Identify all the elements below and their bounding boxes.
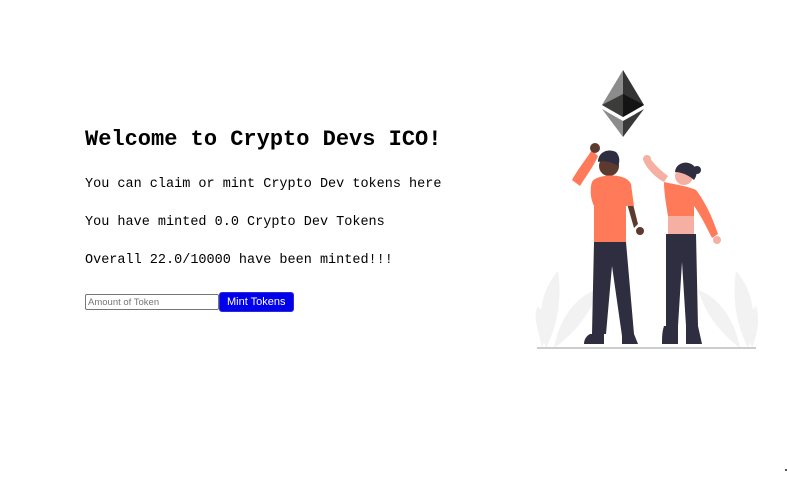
ethereum-icon [602, 70, 644, 137]
page-title: Welcome to Crypto Devs ICO! [85, 127, 442, 152]
mint-form: Mint Tokens [85, 292, 505, 312]
woman-figure [643, 155, 721, 344]
minted-count-text: You have minted 0.0 Crypto Dev Tokens [85, 215, 385, 230]
mint-tokens-button[interactable]: Mint Tokens [219, 292, 294, 312]
amount-input[interactable] [85, 294, 219, 310]
ethereum-celebration-illustration [535, 70, 759, 349]
foliage-right [698, 271, 759, 348]
claim-description: You can claim or mint Crypto Dev tokens … [85, 177, 442, 192]
main-content: Welcome to Crypto Devs ICO! You can clai… [85, 126, 505, 312]
overall-minted-text: Overall 22.0/10000 have been minted!!! [85, 253, 393, 268]
